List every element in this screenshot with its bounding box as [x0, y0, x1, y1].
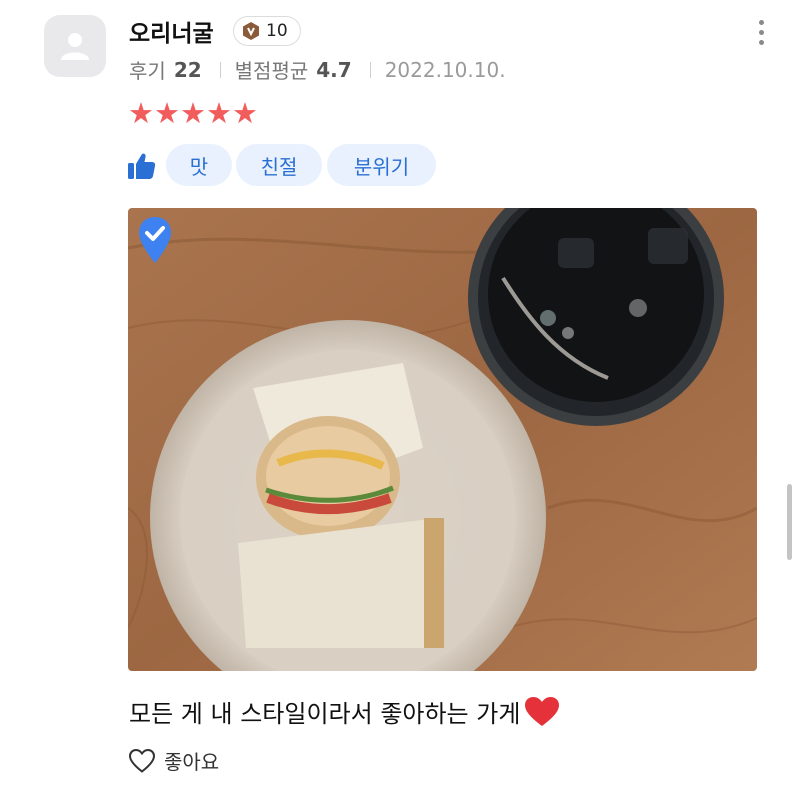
verified-pin-icon — [139, 217, 171, 263]
heart-outline-icon — [128, 748, 156, 773]
red-heart-icon — [525, 696, 560, 726]
rating-average-label: 별점평균 — [234, 59, 309, 83]
divider — [369, 61, 371, 78]
like-label: 좋아요 — [164, 750, 220, 774]
like-button[interactable]: 좋아요 — [128, 746, 219, 775]
star-rating: ★★★★★ — [128, 96, 258, 130]
sandwich-coffee-image — [128, 208, 757, 671]
review-count: 22 — [173, 57, 202, 82]
divider — [219, 61, 221, 78]
tag-taste[interactable]: 맛 — [166, 144, 232, 186]
thumbs-up-icon — [128, 153, 156, 179]
tag-kindness[interactable]: 친절 — [236, 144, 322, 186]
user-meta: 후기 22 별점평균 4.7 2022.10.10. — [129, 55, 506, 84]
review-date: 2022.10.10. — [384, 57, 506, 82]
rating-average: 4.7 — [316, 57, 352, 82]
avatar[interactable] — [44, 15, 106, 77]
review-text-row: 모든 게 내 스타일이라서 좋아하는 가게 — [129, 694, 560, 729]
badge-count: 10 — [266, 21, 288, 41]
more-options-icon[interactable] — [748, 14, 774, 50]
review-text: 모든 게 내 스타일이라서 좋아하는 가게 — [129, 700, 521, 728]
level-badge: 10 — [233, 16, 301, 46]
tag-atmosphere[interactable]: 분위기 — [327, 144, 436, 186]
scrollbar-thumb[interactable] — [787, 484, 792, 560]
level-hexagon-icon — [243, 22, 259, 40]
user-silhouette-icon — [61, 33, 89, 60]
review-photo[interactable] — [128, 208, 757, 671]
username[interactable]: 오리너굴 — [129, 14, 214, 48]
review-count-label: 후기 — [129, 59, 166, 83]
